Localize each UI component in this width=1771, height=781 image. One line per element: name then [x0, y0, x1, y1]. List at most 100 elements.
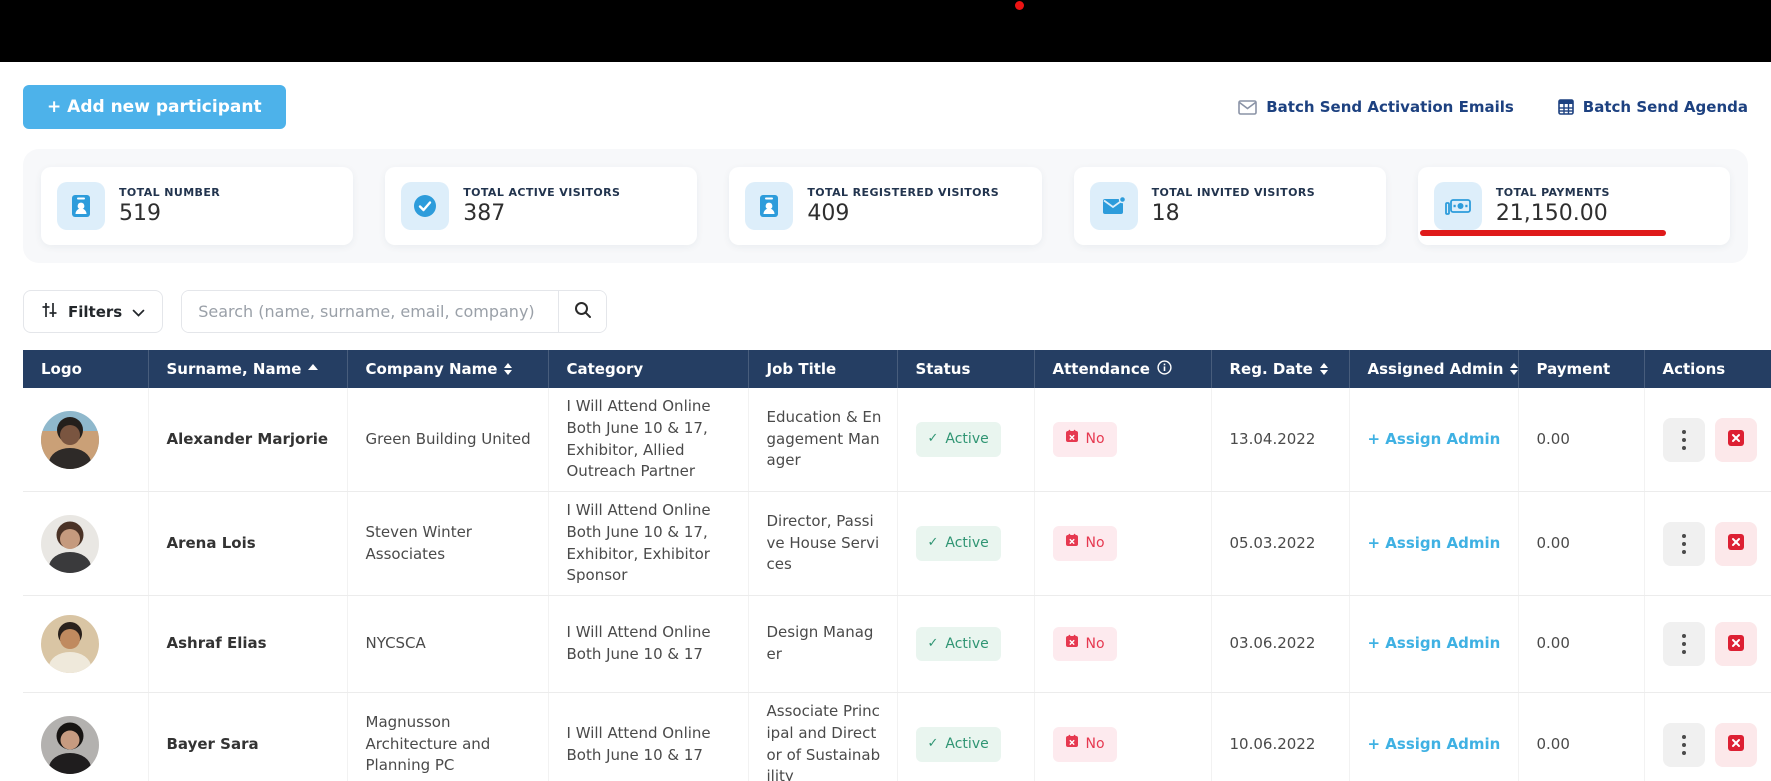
add-participant-button[interactable]: + Add new participant	[23, 85, 286, 129]
column-header-surname-name[interactable]: Surname, Name	[148, 350, 347, 388]
stat-card-total-number: TOTAL NUMBER 519	[41, 167, 353, 245]
stat-card-registered-visitors: TOTAL REGISTERED VISITORS 409	[729, 167, 1041, 245]
delete-button[interactable]	[1715, 418, 1757, 462]
participant-job-title: Director, Passive House Services	[748, 492, 897, 596]
delete-x-icon	[1726, 733, 1746, 756]
stats-container: TOTAL NUMBER 519 TOTAL ACTIVE VISITORS 3…	[23, 149, 1748, 263]
toolbar: + Add new participant Batch Send Activat…	[23, 85, 1748, 129]
check-icon: ✓	[928, 635, 939, 654]
check-icon: ✓	[928, 430, 939, 449]
attendance-badge: No	[1053, 526, 1117, 560]
search-icon	[574, 301, 592, 322]
chevron-down-icon	[132, 303, 145, 321]
search-group	[181, 290, 607, 333]
assign-admin-link[interactable]: + Assign Admin	[1368, 534, 1501, 552]
batch-actions: Batch Send Activation Emails Batch Send …	[1238, 98, 1748, 116]
batch-send-emails-link[interactable]: Batch Send Activation Emails	[1238, 98, 1514, 116]
stat-label: TOTAL PAYMENTS	[1496, 186, 1610, 199]
status-badge: ✓Active	[916, 627, 1001, 661]
more-actions-button[interactable]	[1663, 418, 1705, 462]
registration-date: 05.03.2022	[1211, 492, 1349, 596]
participant-company: Steven Winter Associates	[347, 492, 548, 596]
column-header-actions: Actions	[1644, 350, 1771, 388]
participant-company: Magnusson Architecture and Planning PC	[347, 693, 548, 781]
participant-job-title: Design Manager	[748, 596, 897, 693]
column-header-attendance: Attendance	[1034, 350, 1211, 388]
participant-company: Green Building United	[347, 388, 548, 492]
search-input[interactable]	[182, 291, 558, 332]
delete-x-icon	[1726, 532, 1746, 555]
delete-x-icon	[1726, 428, 1746, 451]
recording-dot	[1015, 1, 1024, 10]
delete-x-icon	[1726, 633, 1746, 656]
table-row: Alexander Marjorie Green Building United…	[23, 388, 1771, 492]
stat-label: TOTAL ACTIVE VISITORS	[463, 186, 620, 199]
more-actions-button[interactable]	[1663, 522, 1705, 566]
registration-date: 03.06.2022	[1211, 596, 1349, 693]
participant-job-title: Education & Engagement Manager	[748, 388, 897, 492]
id-card-icon	[57, 182, 105, 230]
top-black-bar	[0, 0, 1771, 62]
assign-admin-link[interactable]: + Assign Admin	[1368, 735, 1501, 753]
participants-table: Logo Surname, Name Company Name Category…	[23, 350, 1771, 781]
stat-value: 18	[1152, 201, 1315, 226]
assign-admin-link[interactable]: + Assign Admin	[1368, 430, 1501, 448]
attendance-badge: No	[1053, 422, 1117, 456]
stat-card-invited-visitors: TOTAL INVITED VISITORS 18	[1074, 167, 1386, 245]
assign-admin-link[interactable]: + Assign Admin	[1368, 634, 1501, 652]
sort-icon	[1510, 363, 1518, 375]
info-icon[interactable]	[1157, 360, 1172, 379]
participant-name: Alexander Marjorie	[148, 388, 347, 492]
participant-avatar	[41, 615, 99, 673]
filters-button[interactable]: Filters	[23, 290, 163, 333]
payment-amount: 0.00	[1518, 596, 1644, 693]
delete-button[interactable]	[1715, 522, 1757, 566]
stat-label: TOTAL NUMBER	[119, 186, 220, 199]
envelope-outline-icon	[1238, 100, 1257, 115]
table-header-row: Logo Surname, Name Company Name Category…	[23, 350, 1771, 388]
status-badge: ✓Active	[916, 526, 1001, 560]
participant-category: I Will Attend Online Both June 10 & 17	[548, 596, 748, 693]
id-card-icon	[745, 182, 793, 230]
column-header-category: Category	[548, 350, 748, 388]
status-badge: ✓Active	[916, 422, 1001, 456]
check-icon: ✓	[928, 735, 939, 754]
participant-name: Bayer Sara	[148, 693, 347, 781]
column-header-reg-date[interactable]: Reg. Date	[1211, 350, 1349, 388]
calendar-x-icon	[1065, 533, 1079, 553]
batch-send-emails-label: Batch Send Activation Emails	[1266, 98, 1514, 116]
red-underline-annotation	[1420, 230, 1666, 236]
payment-amount: 0.00	[1518, 492, 1644, 596]
sliders-icon	[41, 302, 58, 322]
more-actions-button[interactable]	[1663, 723, 1705, 767]
column-header-job-title: Job Title	[748, 350, 897, 388]
participant-category: I Will Attend Online Both June 10 & 17, …	[548, 492, 748, 596]
participant-job-title: Associate Principal and Director of Sust…	[748, 693, 897, 781]
participants-page: + Add new participant Batch Send Activat…	[0, 0, 1771, 781]
sort-icon	[504, 363, 512, 375]
batch-send-agenda-link[interactable]: Batch Send Agenda	[1558, 98, 1748, 116]
stat-value: 21,150.00	[1496, 201, 1610, 226]
stat-card-total-payments: TOTAL PAYMENTS 21,150.00	[1418, 167, 1730, 245]
more-actions-button[interactable]	[1663, 622, 1705, 666]
stat-card-active-visitors: TOTAL ACTIVE VISITORS 387	[385, 167, 697, 245]
registration-date: 13.04.2022	[1211, 388, 1349, 492]
participant-avatar	[41, 515, 99, 573]
check-circle-icon	[401, 182, 449, 230]
column-header-payment: Payment	[1518, 350, 1644, 388]
attendance-badge: No	[1053, 727, 1117, 761]
participant-name: Arena Lois	[148, 492, 347, 596]
participant-company: NYCSCA	[347, 596, 548, 693]
check-icon: ✓	[928, 534, 939, 553]
delete-button[interactable]	[1715, 622, 1757, 666]
payment-amount: 0.00	[1518, 388, 1644, 492]
calendar-x-icon	[1065, 429, 1079, 449]
money-icon	[1434, 182, 1482, 230]
status-badge: ✓Active	[916, 727, 1001, 761]
search-button[interactable]	[558, 291, 606, 332]
column-header-company-name[interactable]: Company Name	[347, 350, 548, 388]
column-header-assigned-admin[interactable]: Assigned Admin	[1349, 350, 1518, 388]
participant-category: I Will Attend Online Both June 10 & 17, …	[548, 388, 748, 492]
delete-button[interactable]	[1715, 723, 1757, 767]
envelope-icon	[1090, 182, 1138, 230]
